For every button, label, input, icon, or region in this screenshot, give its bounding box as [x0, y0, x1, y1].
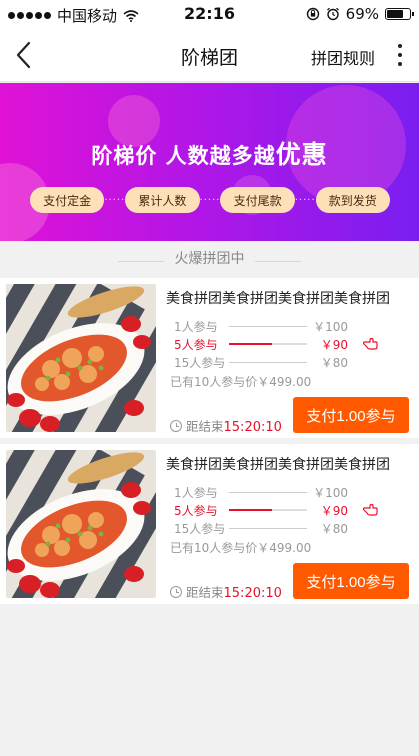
tier-label: 5人参与: [174, 338, 218, 352]
tier-progress-line: [229, 509, 307, 511]
product-image[interactable]: [6, 450, 156, 598]
tier-price: ￥100: [313, 486, 348, 500]
product-title[interactable]: 美食拼团美食拼团美食拼团美食拼团: [166, 454, 414, 474]
countdown-label: 距结束: [186, 585, 224, 600]
tier-label: 15人参与: [174, 356, 226, 370]
step-accumulate-people: 累计人数: [125, 187, 200, 213]
section-title: 火爆拼团中: [0, 248, 419, 274]
status-right: 69%: [306, 5, 414, 23]
product-image[interactable]: [6, 284, 156, 432]
step-connector: ·····: [199, 194, 221, 206]
joined-info: 已有10人参与价￥499.00: [170, 375, 312, 389]
tier-price: ￥80: [320, 522, 348, 536]
tier-row: 15人参与 ￥80: [166, 520, 366, 538]
tier-price: ￥90: [320, 338, 348, 352]
tier-progress-line: [229, 492, 307, 493]
tier-label: 1人参与: [174, 486, 218, 500]
tier-progress-line: [229, 528, 307, 529]
group-rules-link[interactable]: 拼团规则: [311, 45, 375, 69]
status-bar: 中国移动 22:16 69%: [0, 0, 419, 28]
promo-banner: 阶梯价 人数越多越优惠 支付定金 ····· 累计人数 ····· 支付尾款 ·…: [0, 83, 419, 241]
banner-title: 阶梯价 人数越多越优惠: [0, 135, 419, 171]
countdown: 距结束15:20:10: [186, 416, 282, 435]
tier-label: 1人参与: [174, 320, 218, 334]
banner-title-emphasis: 优惠: [275, 140, 328, 169]
pay-join-button[interactable]: 支付1.00参与: [293, 563, 409, 599]
product-title[interactable]: 美食拼团美食拼团美食拼团美食拼团: [166, 288, 414, 308]
process-steps: 支付定金 ····· 累计人数 ····· 支付尾款 ····· 款到发货: [30, 187, 390, 213]
rotation-lock-icon: [306, 7, 319, 21]
pointing-hand-icon: [362, 503, 378, 516]
more-vertical-icon[interactable]: [393, 42, 407, 68]
tier-label: 15人参与: [174, 522, 226, 536]
countdown: 距结束15:20:10: [186, 582, 282, 601]
countdown-label: 距结束: [186, 419, 224, 434]
tier-label: 5人参与: [174, 504, 218, 518]
tier-price: ￥90: [320, 504, 348, 518]
tier-row: 15人参与 ￥80: [166, 354, 366, 372]
product-card[interactable]: 美食拼团美食拼团美食拼团美食拼团 1人参与 ￥100 5人参与 ￥90 15人参…: [0, 444, 419, 604]
step-pay-deposit: 支付定金: [30, 187, 105, 213]
countdown-time: 15:20:10: [223, 420, 282, 435]
tier-progress-line: [229, 362, 307, 363]
tier-price: ￥100: [313, 320, 348, 334]
tier-row-active: 5人参与 ￥90: [166, 502, 366, 520]
clock-icon: [170, 586, 182, 598]
step-pay-balance: 支付尾款: [220, 187, 295, 213]
product-card[interactable]: 美食拼团美食拼团美食拼团美食拼团 1人参与 ￥100 5人参与 ￥90 15人参…: [0, 278, 419, 438]
banner-title-main: 阶梯价 人数越多越: [91, 144, 276, 168]
pay-join-button[interactable]: 支付1.00参与: [293, 397, 409, 433]
tier-row: 1人参与 ￥100: [166, 318, 366, 336]
step-connector: ·····: [104, 194, 126, 206]
joined-info: 已有10人参与价￥499.00: [170, 541, 312, 555]
alarm-icon: [326, 7, 339, 21]
clock-icon: [170, 420, 182, 432]
pointing-hand-icon: [362, 337, 378, 350]
battery-icon: [385, 8, 414, 20]
tier-progress-line: [229, 343, 307, 345]
battery-percent: 69%: [345, 5, 379, 23]
tier-row-active: 5人参与 ￥90: [166, 336, 366, 354]
tier-price: ￥80: [320, 356, 348, 370]
tier-progress-line: [229, 326, 307, 327]
tier-row: 1人参与 ￥100: [166, 484, 366, 502]
nav-bar: 阶梯团 拼团规则: [0, 28, 419, 82]
countdown-time: 15:20:10: [223, 586, 282, 601]
step-ship: 款到发货: [315, 187, 390, 213]
step-connector: ·····: [294, 194, 316, 206]
